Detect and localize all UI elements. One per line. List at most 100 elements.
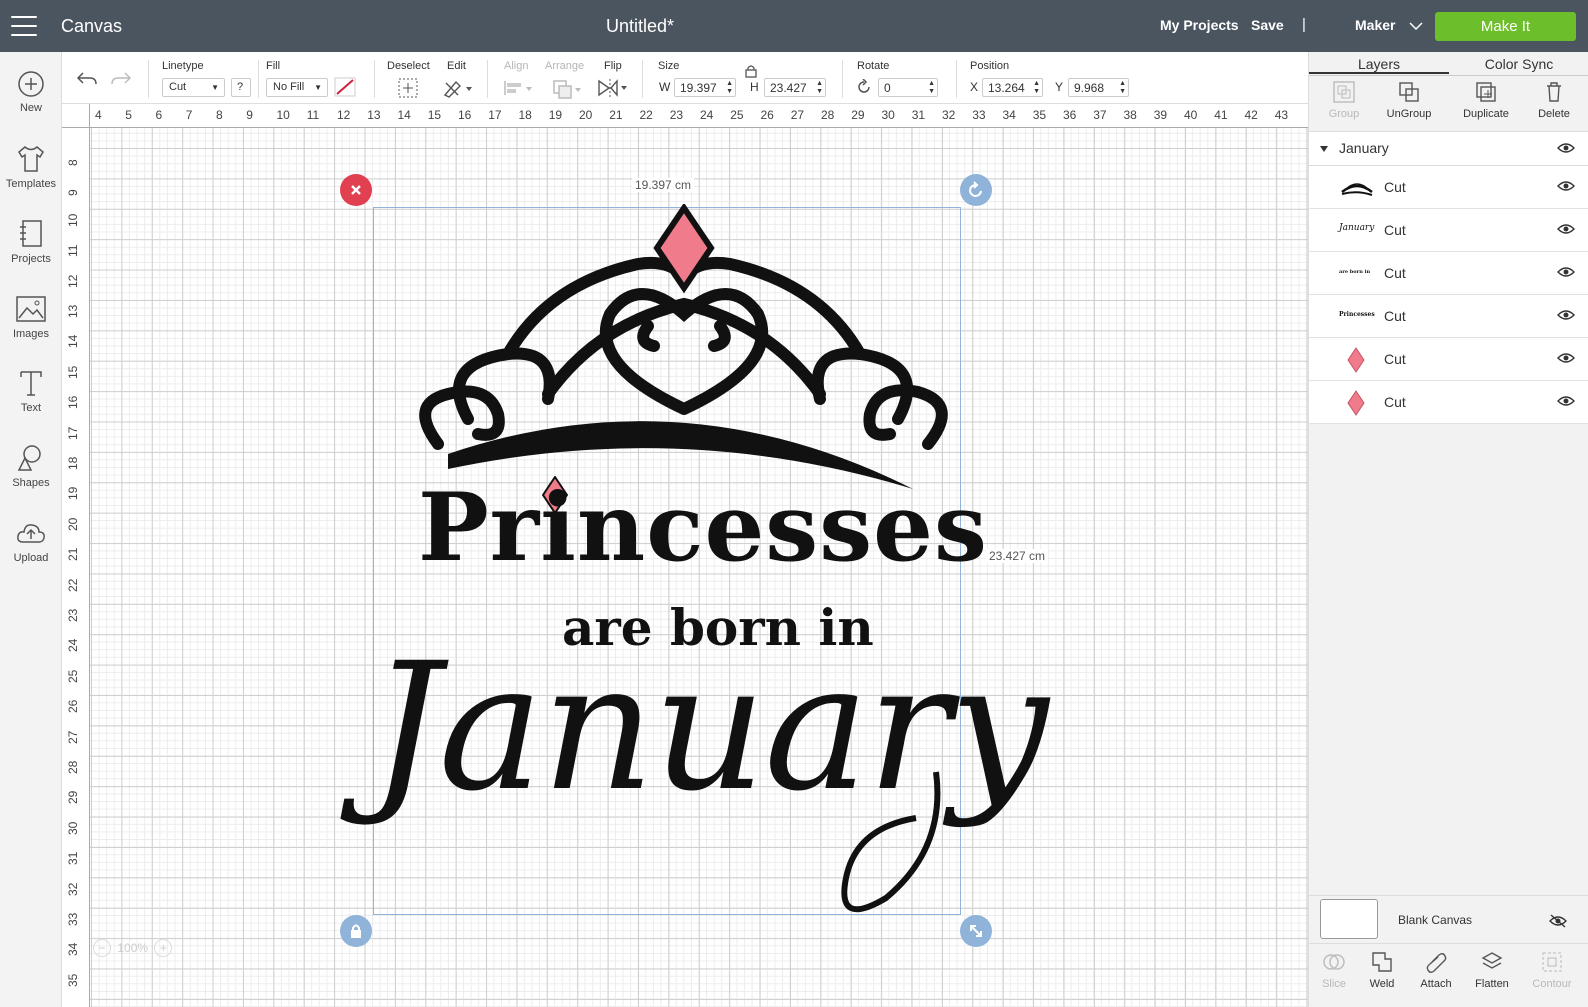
delete-label: Delete bbox=[1538, 108, 1570, 120]
eye-icon[interactable] bbox=[1557, 395, 1575, 407]
ruler-tick-label: 14 bbox=[66, 335, 80, 349]
ruler-tick-label: 18 bbox=[518, 108, 532, 122]
sidebar-item-upload[interactable]: Upload bbox=[0, 518, 62, 588]
design-canvas[interactable]: 19.397 cm 23.427 cm Princesses are born … bbox=[90, 128, 1308, 1007]
design-text-princesses[interactable]: Princesses bbox=[418, 478, 988, 578]
layer-group-name: January bbox=[1339, 140, 1389, 156]
linetype-help-button[interactable]: ? bbox=[231, 78, 251, 97]
ruler-tick-label: 38 bbox=[1123, 108, 1137, 122]
sidebar-item-templates[interactable]: Templates bbox=[0, 144, 62, 214]
y-label: Y bbox=[1055, 80, 1064, 94]
caret-down-icon: ▼ bbox=[211, 83, 219, 92]
linetype-select[interactable]: Cut ▼ bbox=[162, 78, 225, 97]
cloud-upload-icon bbox=[17, 524, 45, 543]
eye-icon[interactable] bbox=[1557, 142, 1575, 154]
y-position-input[interactable]: 9.968 ▲ ▼ bbox=[1068, 78, 1129, 97]
sidebar-item-new[interactable]: New bbox=[0, 70, 62, 140]
save-button[interactable]: Save bbox=[1251, 17, 1284, 33]
size-label: Size bbox=[658, 60, 680, 72]
x-value: 13.264 bbox=[988, 81, 1025, 95]
eye-hidden-icon[interactable] bbox=[1549, 914, 1567, 928]
sidebar-item-projects[interactable]: Projects bbox=[0, 219, 62, 289]
width-input[interactable]: 19.397 ▲ ▼ bbox=[674, 78, 736, 97]
sidebar-item-images[interactable]: Images bbox=[0, 294, 62, 364]
x-position-input[interactable]: 13.264 ▲ ▼ bbox=[982, 78, 1043, 97]
group-button[interactable]: Group bbox=[1309, 80, 1379, 120]
ruler-corner bbox=[62, 104, 90, 128]
ungroup-button[interactable]: UnGroup bbox=[1374, 80, 1444, 120]
height-input[interactable]: 23.427 ▲ ▼ bbox=[764, 78, 826, 97]
ruler-tick-label: 21 bbox=[609, 108, 623, 122]
menu-icon[interactable] bbox=[11, 16, 37, 36]
eye-icon[interactable] bbox=[1557, 266, 1575, 278]
layer-item[interactable]: Princesses Cut bbox=[1309, 295, 1588, 338]
stepper-icon[interactable]: ▲ ▼ bbox=[726, 80, 733, 96]
lock-handle[interactable] bbox=[340, 915, 372, 947]
tab-color-sync[interactable]: Color Sync bbox=[1449, 56, 1588, 72]
blank-canvas-swatch[interactable] bbox=[1320, 899, 1378, 939]
stepper-icon[interactable]: ▲ ▼ bbox=[1033, 80, 1040, 96]
flip-icon[interactable] bbox=[597, 78, 631, 102]
machine-select[interactable]: Maker bbox=[1355, 17, 1423, 33]
my-projects-link[interactable]: My Projects bbox=[1160, 17, 1239, 33]
toolbar-divider bbox=[148, 60, 149, 98]
undo-icon[interactable] bbox=[76, 68, 98, 92]
text-icon bbox=[20, 371, 42, 396]
weld-button[interactable]: Weld bbox=[1354, 950, 1410, 990]
rotate-input[interactable]: 0 ▲ ▼ bbox=[878, 78, 938, 97]
eye-icon[interactable] bbox=[1557, 180, 1575, 192]
layer-item[interactable]: Cut bbox=[1309, 381, 1588, 424]
deselect-icon[interactable] bbox=[397, 77, 419, 101]
contour-label: Contour bbox=[1532, 978, 1572, 990]
stepper-icon[interactable]: ▲ ▼ bbox=[928, 80, 935, 96]
stepper-icon[interactable]: ▲ ▼ bbox=[816, 80, 823, 96]
layer-tools: Group UnGroup Duplicate Delete bbox=[1309, 76, 1588, 132]
zoom-in-icon[interactable]: + bbox=[154, 939, 173, 957]
ruler-tick-label: 6 bbox=[155, 108, 163, 122]
eye-icon[interactable] bbox=[1557, 223, 1575, 235]
duplicate-button[interactable]: Duplicate bbox=[1451, 80, 1521, 120]
blank-canvas-row[interactable]: Blank Canvas bbox=[1309, 895, 1588, 943]
sidebar-item-text[interactable]: Text bbox=[0, 368, 62, 438]
ruler-tick-label: 10 bbox=[276, 108, 290, 122]
ruler-tick-label: 35 bbox=[1032, 108, 1047, 122]
contour-button[interactable]: Contour bbox=[1524, 950, 1580, 990]
resize-handle[interactable] bbox=[960, 915, 992, 947]
fill-select[interactable]: No Fill ▼ bbox=[266, 78, 328, 97]
stepper-icon[interactable]: ▲ ▼ bbox=[1119, 80, 1126, 96]
sidebar-item-shapes[interactable]: Shapes bbox=[0, 443, 62, 513]
attach-button[interactable]: Attach bbox=[1408, 950, 1464, 990]
no-fill-swatch-icon[interactable] bbox=[334, 77, 356, 101]
make-it-button[interactable]: Make It bbox=[1435, 12, 1576, 41]
tiara-graphic[interactable] bbox=[408, 204, 960, 500]
delete-handle[interactable] bbox=[340, 174, 372, 206]
layer-item[interactable]: Cut bbox=[1309, 166, 1588, 209]
layer-item[interactable]: January Cut bbox=[1309, 209, 1588, 252]
layer-thumbnail: January bbox=[1339, 223, 1375, 233]
eye-icon[interactable] bbox=[1557, 352, 1575, 364]
layer-group-january[interactable]: January bbox=[1309, 132, 1588, 166]
flatten-button[interactable]: Flatten bbox=[1464, 950, 1520, 990]
ruler-tick-label: 24 bbox=[700, 108, 714, 122]
redo-icon[interactable] bbox=[110, 68, 132, 92]
flip-label: Flip bbox=[604, 60, 622, 72]
layer-item[interactable]: Cut bbox=[1309, 338, 1588, 381]
zoom-control[interactable]: − 100% + bbox=[93, 939, 191, 969]
rotate-handle[interactable] bbox=[960, 174, 992, 206]
zoom-out-icon[interactable]: − bbox=[93, 939, 111, 957]
arrange-icon[interactable] bbox=[551, 78, 583, 102]
layer-label: Cut bbox=[1384, 265, 1406, 281]
align-icon[interactable] bbox=[502, 78, 534, 102]
ruler-tick-label: 16 bbox=[458, 108, 472, 122]
width-value: 19.397 bbox=[680, 81, 717, 95]
delete-button[interactable]: Delete bbox=[1519, 80, 1588, 120]
tab-layers[interactable]: Layers bbox=[1309, 56, 1449, 74]
ruler-tick-label: 12 bbox=[337, 108, 351, 122]
diamond-thumbnail bbox=[1347, 347, 1365, 373]
layer-item[interactable]: are born in Cut bbox=[1309, 252, 1588, 295]
ruler-tick-label: 28 bbox=[66, 760, 80, 774]
chevron-down-icon bbox=[1409, 22, 1423, 31]
edit-tools-icon[interactable] bbox=[442, 77, 474, 101]
eye-icon[interactable] bbox=[1557, 309, 1575, 321]
fill-label: Fill bbox=[266, 60, 281, 72]
